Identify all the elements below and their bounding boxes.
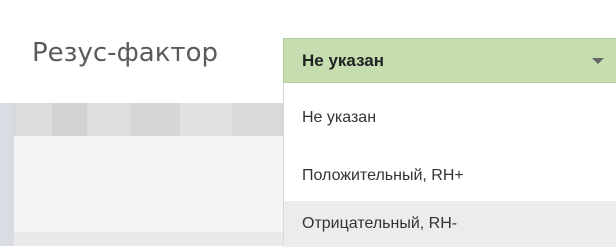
option-positive[interactable]: Положительный, RH+	[284, 153, 616, 199]
rh-factor-select[interactable]: Не указан	[283, 38, 616, 83]
caret-down-icon[interactable]	[592, 58, 604, 64]
blurred-form-footer	[0, 232, 290, 246]
left-panel-edge	[0, 103, 14, 246]
option-label: Не указан	[302, 109, 377, 126]
option-label: Отрицательный, RH-	[302, 215, 458, 232]
rh-factor-dropdown-list: Не указан Положительный, RH+ Отрицательн…	[283, 83, 616, 247]
option-label: Положительный, RH+	[302, 167, 464, 184]
rh-factor-selected-value: Не указан	[302, 51, 385, 70]
rh-factor-label: Резус-фактор	[32, 38, 218, 68]
option-not-specified[interactable]: Не указан	[284, 95, 616, 141]
option-negative[interactable]: Отрицательный, RH-	[284, 201, 616, 247]
blurred-form-row	[0, 103, 290, 136]
